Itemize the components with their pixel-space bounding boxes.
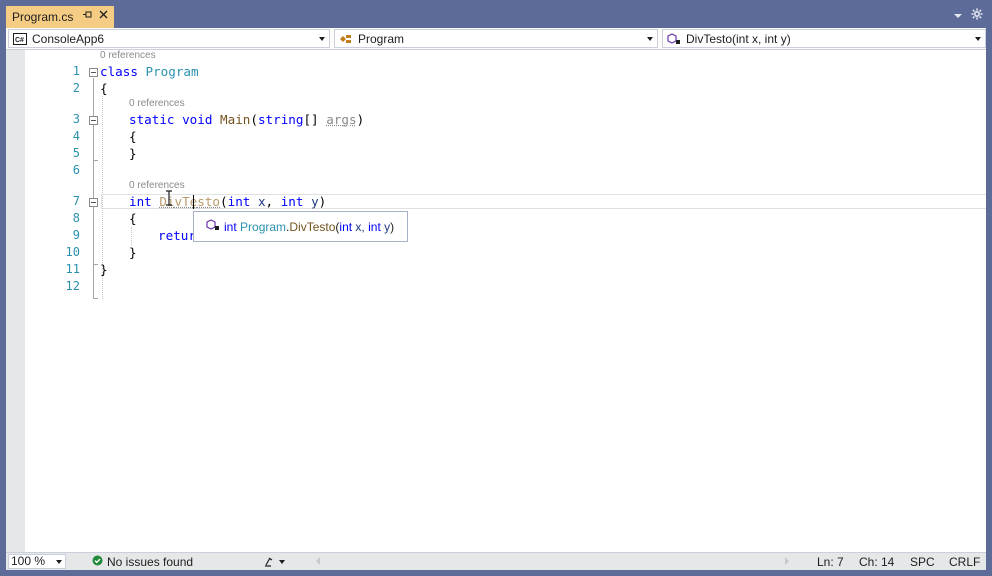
codelens-references[interactable]: 0 references [100,50,156,61]
code-cleanup-icon[interactable] [264,555,288,570]
tab-list-dropdown-icon[interactable] [952,10,964,22]
csharp-project-icon: C# [13,32,27,45]
chevron-down-icon [647,37,653,41]
code-line-11: } [100,262,108,277]
quickinfo-signature: int Program.DivTesto(int x, int y) [224,219,395,234]
method-icon [206,219,220,234]
editor-frame: C# ConsoleApp6 Program DivTesto(int x, i… [6,28,986,570]
scroll-left-icon[interactable] [314,555,322,569]
line-number: 1 [72,64,80,78]
line-number: 3 [72,112,80,126]
line-number: 2 [72,81,80,95]
project-dropdown[interactable]: C# ConsoleApp6 [8,29,330,48]
tab-title: Program.cs [12,10,74,24]
outline-guide [93,78,94,299]
method-icon [667,32,681,45]
ibeam-cursor-icon [165,190,173,209]
code-line-3: static void Main(string[] args) [129,112,365,127]
line-number: 12 [65,279,80,293]
code-line-1: class Program [100,64,199,79]
outline-guide-end [93,264,98,265]
chevron-down-icon [56,560,62,564]
line-number: 5 [72,146,80,160]
line-number: 8 [72,211,80,225]
line-number: 10 [65,245,80,259]
line-number: 6 [72,163,80,177]
member-dropdown[interactable]: DivTesto(int x, int y) [662,29,986,48]
chevron-down-icon [975,37,981,41]
member-dropdown-label: DivTesto(int x, int y) [686,31,791,46]
caret [193,195,194,209]
line-number: 7 [72,194,80,208]
collapse-class-icon[interactable] [89,68,98,77]
class-dropdown[interactable]: Program [334,29,658,48]
class-icon [339,33,353,45]
zoom-dropdown[interactable]: 100 % [8,554,66,569]
code-line-7: int DivTesto(int x, int y) [129,194,327,209]
codelens-references[interactable]: 0 references [129,98,185,109]
line-ending-indicator[interactable]: CRLF [949,555,980,569]
spacing-indicator[interactable]: SPC [910,555,935,569]
close-tab-icon[interactable] [98,8,109,23]
code-line-5: } [129,146,137,161]
zoom-level: 100 % [11,554,46,568]
code-line-9: retur [158,228,196,243]
outline-guide-end [93,298,98,299]
line-number: 9 [72,228,80,242]
code-line-4: { [129,129,137,144]
code-line-10: } [129,245,137,260]
scroll-right-icon[interactable] [783,555,791,569]
pin-icon[interactable] [82,9,93,23]
svg-text:C#: C# [15,37,24,44]
codelens-references[interactable]: 0 references [129,180,185,191]
editor-status-bar: 100 % No issues found Ln: 7 Ch: 14 SPC C… [6,552,986,570]
class-dropdown-label: Program [358,31,405,46]
document-tab-strip: Program.cs [0,0,992,29]
project-dropdown-label: ConsoleApp6 [32,31,105,46]
line-number: 11 [65,262,80,276]
code-line-2: { [100,81,108,96]
column-indicator[interactable]: Ch: 14 [859,555,894,569]
outline-guide-end [93,160,98,161]
code-line-8: { [129,211,137,226]
collapse-main-icon[interactable] [89,116,98,125]
gear-icon[interactable] [971,8,983,23]
indent-guide [131,227,132,245]
quickinfo-tooltip: int Program.DivTesto(int x, int y) [193,211,408,242]
navigation-bar: C# ConsoleApp6 Program DivTesto(int x, i… [6,28,986,50]
line-number: 4 [72,129,80,143]
collapse-divtesto-icon[interactable] [89,198,98,207]
check-circle-icon [92,555,103,569]
tab-program-cs[interactable]: Program.cs [6,6,114,28]
glyph-margin[interactable] [6,50,25,552]
chevron-down-icon [319,37,325,41]
code-editor[interactable]: 1 2 3 4 5 6 7 8 9 10 11 12 0 references … [25,50,986,552]
line-indicator[interactable]: Ln: 7 [817,555,844,569]
issues-status[interactable]: No issues found [107,555,193,569]
